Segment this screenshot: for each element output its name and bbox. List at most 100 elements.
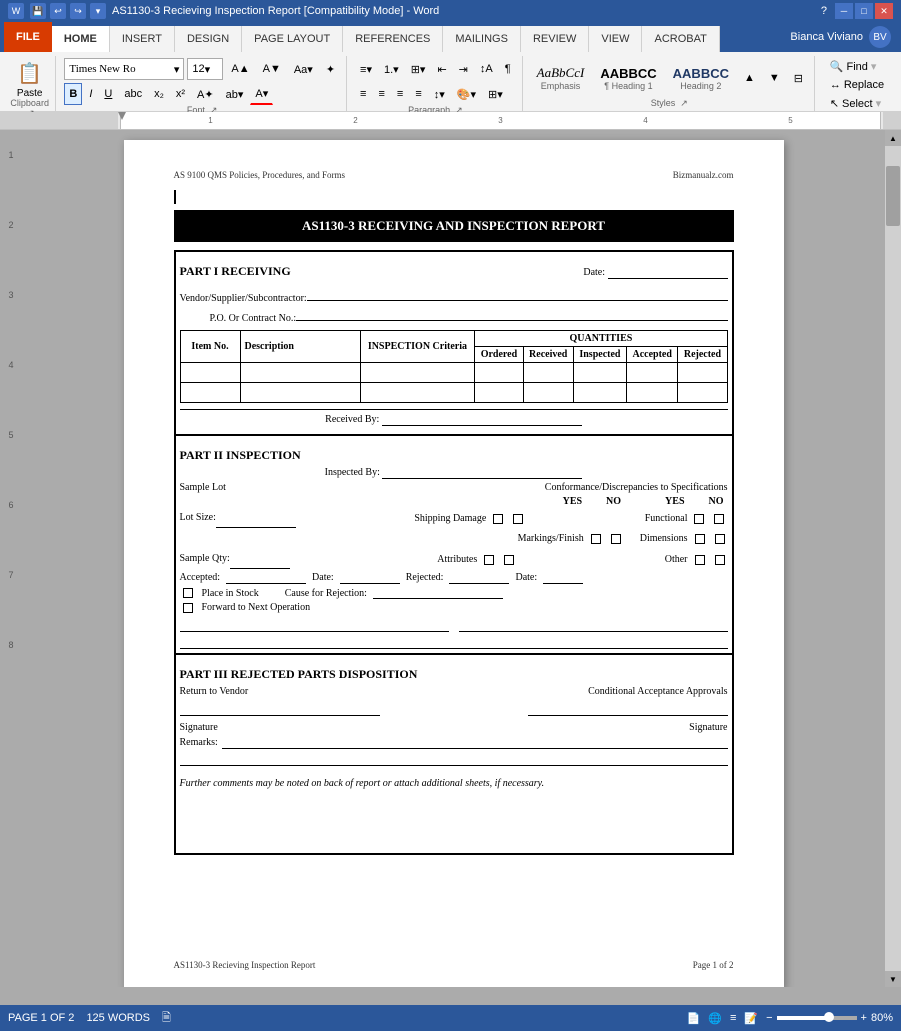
styles-expand[interactable]: ⊟: [789, 68, 808, 88]
part1-heading: PART I RECEIVING: [180, 264, 291, 279]
forward-next-cb[interactable]: [183, 603, 193, 613]
tab-references[interactable]: REFERENCES: [343, 26, 443, 52]
user-avatar[interactable]: BV: [869, 26, 891, 48]
style-emphasis[interactable]: AaBbCcI Emphasis: [531, 63, 591, 93]
place-in-stock-cb[interactable]: [183, 588, 193, 598]
dimensions-no-cb[interactable]: [715, 534, 725, 544]
clear-format-btn[interactable]: ✦: [321, 58, 340, 80]
signature-labels: Signature Signature: [180, 722, 728, 733]
bullets-btn[interactable]: ≡▾: [355, 58, 377, 80]
other-yes-cb[interactable]: [695, 555, 705, 565]
style-heading1[interactable]: AABBCC ¶ Heading 1: [594, 64, 662, 93]
customize-btn[interactable]: ▾: [90, 3, 106, 19]
tab-acrobat[interactable]: ACROBAT: [642, 26, 719, 52]
maximize-btn[interactable]: □: [855, 3, 873, 19]
italic-btn[interactable]: I: [84, 83, 97, 105]
align-left-btn[interactable]: ≡: [355, 83, 371, 105]
strikethrough-btn[interactable]: abc: [119, 83, 147, 105]
tab-mailings[interactable]: MAILINGS: [443, 26, 521, 52]
select-btn[interactable]: ↖ Select ▾: [824, 95, 887, 112]
decrease-indent-btn[interactable]: ⇤: [432, 58, 451, 80]
attributes-no-cb[interactable]: [504, 555, 514, 565]
quick-save-btn[interactable]: 💾: [30, 3, 46, 19]
zoom-out-icon[interactable]: −: [766, 1012, 772, 1024]
subscript-btn[interactable]: x₂: [149, 83, 169, 105]
align-right-btn[interactable]: ≡: [392, 83, 408, 105]
underline-btn[interactable]: U: [99, 83, 117, 105]
functional-no-cb[interactable]: [714, 514, 724, 524]
dimensions-yes-cb[interactable]: [695, 534, 705, 544]
styles-scroll-up[interactable]: ▲: [739, 68, 760, 88]
numbering-btn[interactable]: 1.▾: [379, 58, 404, 80]
help-icon[interactable]: ?: [821, 5, 827, 17]
tab-file[interactable]: FILE: [4, 22, 52, 52]
tab-view[interactable]: VIEW: [589, 26, 642, 52]
line-spacing-btn[interactable]: ↕▾: [429, 83, 450, 105]
scroll-down-btn[interactable]: ▼: [885, 971, 901, 987]
zoom-in-icon[interactable]: +: [861, 1012, 867, 1024]
font-size-input[interactable]: 12 ▾: [187, 58, 223, 80]
justify-btn[interactable]: ≡: [410, 83, 426, 105]
doc-title: AS1130-3 RECEIVING AND INSPECTION REPORT: [174, 210, 734, 242]
status-bar: PAGE 1 OF 2 125 WORDS 🗎 📄 🌐 ≡ 📝 − + 80%: [0, 1005, 901, 1031]
font-color-btn[interactable]: A▾: [250, 83, 273, 105]
view-web-btn[interactable]: 🌐: [708, 1012, 722, 1025]
scroll-up-btn[interactable]: ▲: [885, 130, 901, 146]
left-ruler: 12345678: [0, 130, 22, 987]
highlight-btn[interactable]: ab▾: [221, 83, 249, 105]
other-no-cb[interactable]: [715, 555, 725, 565]
paste-button[interactable]: 📋 Paste: [10, 58, 50, 98]
view-draft-btn[interactable]: 📝: [744, 1012, 758, 1025]
increase-font-btn[interactable]: A▲: [226, 58, 254, 80]
shipping-damage-no-cb[interactable]: [513, 514, 523, 524]
close-btn[interactable]: ✕: [875, 3, 893, 19]
multilevel-btn[interactable]: ⊞▾: [406, 58, 431, 80]
zoom-control[interactable]: − + 80%: [766, 1012, 893, 1024]
undo-btn[interactable]: ↩: [50, 3, 66, 19]
page-footer: AS1130-3 Recieving Inspection Report Pag…: [174, 960, 734, 970]
show-hide-btn[interactable]: ¶: [500, 58, 516, 80]
tab-insert[interactable]: INSERT: [110, 26, 175, 52]
scroll-track[interactable]: [885, 146, 901, 971]
view-print-btn[interactable]: 📄: [687, 1012, 701, 1025]
tab-page-layout[interactable]: PAGE LAYOUT: [242, 26, 343, 52]
font-name-input[interactable]: Times New Ro ▾: [64, 58, 184, 80]
tab-home[interactable]: HOME: [52, 26, 110, 52]
part3-sig-lines: [180, 703, 728, 716]
remarks-row: Remarks:: [180, 737, 728, 749]
word-icon[interactable]: W: [8, 3, 24, 19]
align-center-btn[interactable]: ≡: [373, 83, 389, 105]
find-btn[interactable]: 🔍 Find ▾: [824, 58, 883, 75]
redo-btn[interactable]: ↪: [70, 3, 86, 19]
tab-review[interactable]: REVIEW: [521, 26, 589, 52]
borders-btn[interactable]: ⊞▾: [483, 83, 508, 105]
markings-yes-cb[interactable]: [591, 534, 601, 544]
document-page: AS 9100 QMS Policies, Procedures, and Fo…: [124, 140, 784, 987]
change-case-btn[interactable]: Aa▾: [289, 58, 318, 80]
user-area: Bianca Viviano BV: [780, 22, 901, 52]
shipping-damage-yes-cb[interactable]: [493, 514, 503, 524]
superscript-btn[interactable]: x²: [171, 83, 190, 105]
markings-no-cb[interactable]: [611, 534, 621, 544]
ribbon-tab-bar: FILE HOME INSERT DESIGN PAGE LAYOUT REFE…: [0, 22, 901, 52]
style-heading2[interactable]: AABBCC Heading 2: [667, 64, 735, 93]
functional-yes-cb[interactable]: [694, 514, 704, 524]
decrease-font-btn[interactable]: A▼: [258, 58, 286, 80]
styles-scroll-down[interactable]: ▼: [764, 68, 785, 88]
scroll-thumb[interactable]: [886, 166, 900, 226]
font-dropdown-icon: ▾: [174, 63, 180, 76]
part2-heading: PART II INSPECTION: [180, 448, 728, 463]
shading-btn[interactable]: 🎨▾: [452, 83, 481, 105]
minimize-btn[interactable]: ─: [835, 3, 853, 19]
vertical-scrollbar[interactable]: ▲ ▼: [885, 130, 901, 987]
increase-indent-btn[interactable]: ⇥: [454, 58, 473, 80]
attributes-yes-cb[interactable]: [484, 555, 494, 565]
tab-design[interactable]: DESIGN: [175, 26, 242, 52]
return-vendor-row: Return to Vendor Conditional Acceptance …: [180, 686, 728, 697]
replace-icon: ↔: [830, 79, 841, 91]
view-outline-btn[interactable]: ≡: [730, 1012, 736, 1024]
bold-btn[interactable]: B: [64, 83, 82, 105]
sort-btn[interactable]: ↕A: [475, 58, 498, 80]
replace-btn[interactable]: ↔ Replace: [824, 77, 890, 93]
text-effects-btn[interactable]: A✦: [192, 83, 219, 105]
